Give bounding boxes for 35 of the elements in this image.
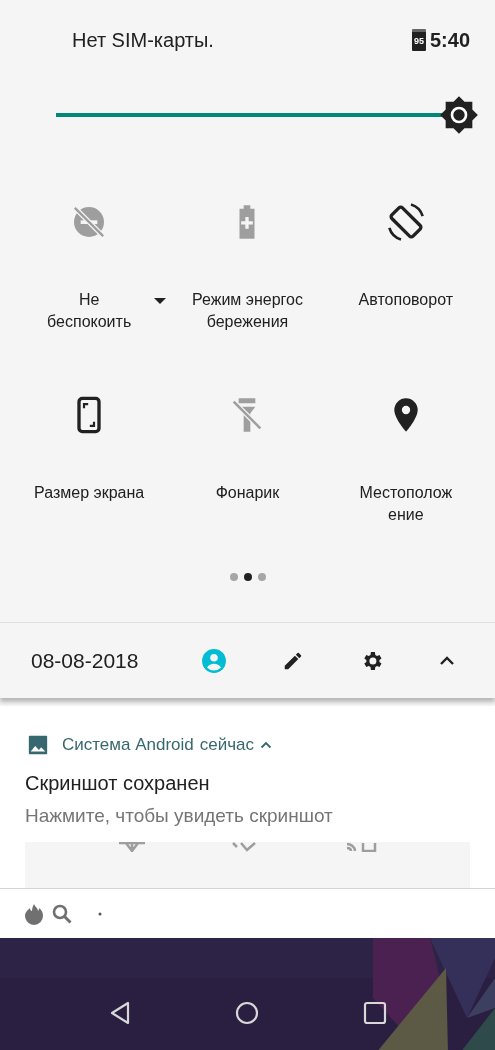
home-button[interactable] xyxy=(234,1001,259,1025)
partial-icon xyxy=(345,842,378,852)
clock-text: 5:40 xyxy=(429,28,470,53)
quick-setting-tile[interactable]: Размер экрана xyxy=(10,343,169,536)
tile-label: Размер экрана xyxy=(34,483,145,503)
recents-button[interactable] xyxy=(362,1001,387,1025)
quick-setting-tile[interactable]: Режим энергос бережения xyxy=(168,150,327,343)
dot-icon xyxy=(98,911,102,916)
notification-time: сейчас xyxy=(199,734,255,756)
partial-icon xyxy=(117,842,146,852)
chevron-up-icon[interactable] xyxy=(260,740,273,749)
tile-label: беспокоить xyxy=(47,312,132,332)
quick-setting-tile[interactable]: Фонарик xyxy=(168,343,327,536)
tile-label: Не xyxy=(78,290,100,310)
brightness-icon[interactable] xyxy=(439,95,479,135)
tile-label: ение xyxy=(388,505,424,525)
back-button[interactable] xyxy=(108,1001,131,1025)
date-text: 08-08-2018 xyxy=(31,647,140,674)
quick-setting-tile[interactable]: Автоповорот xyxy=(326,150,485,343)
dropdown-caret-icon[interactable] xyxy=(153,297,168,305)
quick-setting-tile[interactable]: Не беспокоить xyxy=(10,150,169,343)
notification-title: Скриншот сохранен xyxy=(24,770,211,796)
tile-label: Местополож xyxy=(359,483,453,503)
tile-label: Автоповорот xyxy=(358,290,454,310)
carrier-text: Нет SIM-карты. xyxy=(72,28,214,53)
notification-card[interactable]: Система Android сейчас Скриншот сохранен Нажмите, чтобы увидеть скриншот xyxy=(0,706,495,888)
notification-body: Нажмите, чтобы увидеть скриншот xyxy=(24,803,334,828)
chevron-up-icon[interactable] xyxy=(439,655,455,666)
battery-icon: 95 xyxy=(411,29,426,51)
quick-setting-tile[interactable]: Местополож ение xyxy=(326,343,485,536)
image-icon xyxy=(27,733,49,756)
tile-label: Фонарик xyxy=(215,483,280,503)
tile-label: бережения xyxy=(206,312,289,332)
app-name: Система Android xyxy=(62,734,194,756)
tile-label: Режим энергос xyxy=(192,290,303,310)
